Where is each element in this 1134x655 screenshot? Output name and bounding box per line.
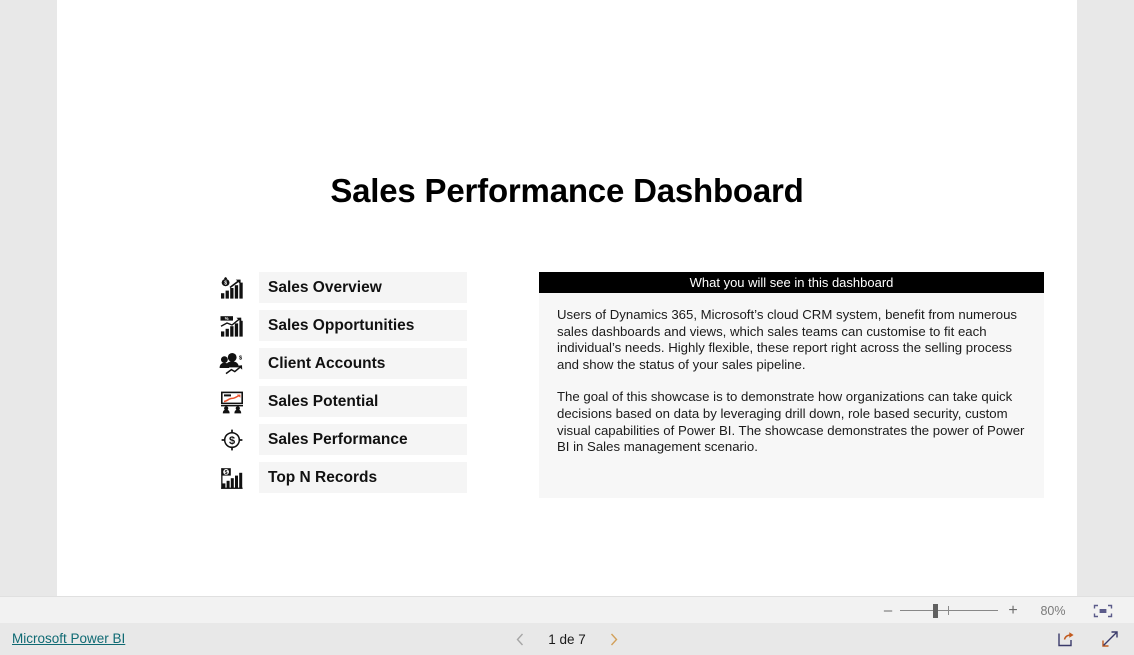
nav-item-sales-performance[interactable]: $ Sales Performance [215,424,467,455]
chevron-right-icon[interactable] [607,630,621,648]
zoom-slider[interactable] [900,601,998,621]
page-indicator-label: 1 de 7 [548,631,586,647]
people-dollar-icon: $ [215,349,249,379]
nav-item-top-n-records[interactable]: $ Top N Records [215,462,467,493]
footer-actions [1056,623,1120,655]
svg-text:$: $ [225,470,228,476]
zoom-in-button[interactable]: + [1004,601,1022,621]
svg-text:$: $ [239,355,243,361]
svg-text:$: $ [229,435,235,447]
fit-to-page-icon[interactable] [1092,603,1114,619]
info-panel: What you will see in this dashboard User… [539,272,1044,498]
money-bag-bar-chart-icon: $ [215,273,249,303]
page-title: Sales Performance Dashboard [330,172,804,209]
zoom-bar: – + 80% [0,596,1134,625]
report-canvas: Sales Performance Dashboard $ Sales Over [57,0,1077,596]
nav-item-label: Client Accounts [259,348,467,379]
nav-item-sales-opportunities[interactable]: % Sales Opportunities [215,310,467,341]
chevron-left-icon[interactable] [513,630,527,648]
svg-text:$: $ [224,280,227,286]
nav-item-label: Sales Overview [259,272,467,303]
zoom-slider-track [900,609,998,611]
nav-item-label: Sales Opportunities [259,310,467,341]
footer-bar: Microsoft Power BI 1 de 7 [0,623,1134,655]
zoom-percent-label: 80% [1040,603,1066,618]
presentation-board-icon [215,387,249,417]
svg-text:%: % [225,315,229,320]
info-paragraph: Users of Dynamics 365, Microsoft’s cloud… [557,307,1018,372]
zoom-slider-tick [948,605,949,615]
info-paragraph: The goal of this showcase is to demonstr… [557,389,1025,455]
nav-menu: $ Sales Overview % Sales Opportunities $… [215,272,467,500]
page-navigation: 1 de 7 [0,623,1134,655]
zoom-controls: – + 80% [880,597,1134,624]
dollar-bar-chart-icon: $ [215,463,249,493]
zoom-slider-handle[interactable] [933,603,938,618]
nav-item-label: Sales Performance [259,424,467,455]
nav-item-sales-overview[interactable]: $ Sales Overview [215,272,467,303]
zoom-out-button[interactable]: – [880,601,896,621]
nav-item-label: Top N Records [259,462,467,493]
nav-item-client-accounts[interactable]: $ Client Accounts [215,348,467,379]
nav-item-label: Sales Potential [259,386,467,417]
share-icon[interactable] [1056,629,1076,649]
target-dollar-icon: $ [215,425,249,455]
fullscreen-icon[interactable] [1100,629,1120,649]
info-panel-body: Users of Dynamics 365, Microsoft’s cloud… [539,293,1044,456]
nav-item-sales-potential[interactable]: Sales Potential [215,386,467,417]
bar-chart-trend-icon: % [215,311,249,341]
info-panel-header: What you will see in this dashboard [539,272,1044,293]
